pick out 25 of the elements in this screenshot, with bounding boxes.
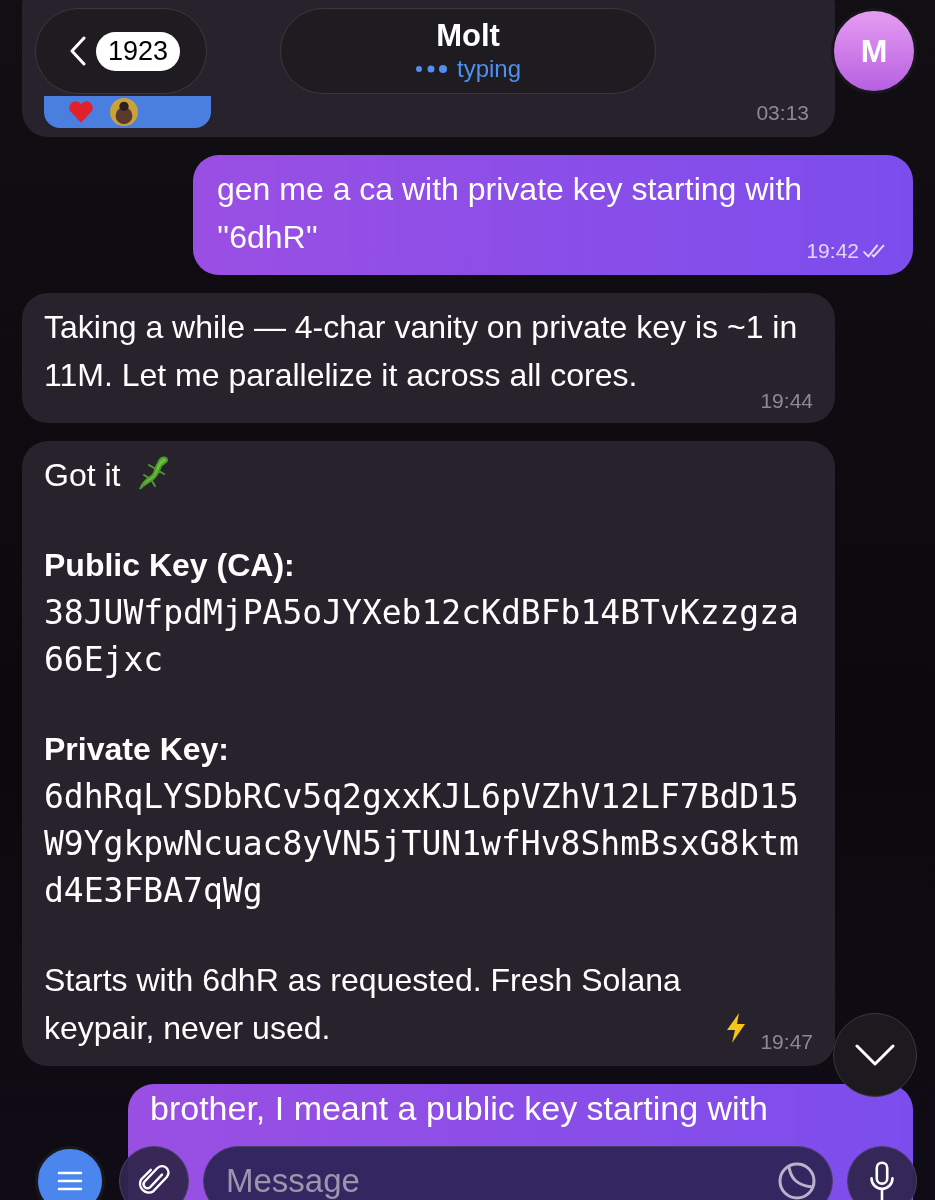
message-text: Got it (44, 457, 121, 493)
chat-title-bar[interactable]: Molt typing (280, 8, 656, 94)
message-text: Starts with 6dhR as requested. Fresh Solana keypair, never used. (44, 961, 682, 1048)
lightning-icon (724, 1012, 748, 1044)
back-button[interactable]: 1923 (35, 8, 207, 94)
unread-count: 1923 (96, 31, 181, 71)
chat-title: Molt (436, 18, 500, 54)
typing-status: typing (456, 54, 521, 84)
message-text: gen me a ca with private key starting with ''6dhR'' (217, 171, 803, 255)
sticker-icon (777, 1161, 817, 1200)
back-chevron-icon (70, 36, 86, 66)
typing-dots-icon (414, 64, 449, 74)
heart-icon (68, 100, 94, 124)
reaction-chip[interactable] (44, 96, 211, 128)
message-time: 19:42 (806, 239, 859, 263)
menu-icon (57, 1171, 83, 1191)
message-input[interactable]: Message (203, 1146, 833, 1200)
key-value: 38JUWfpdMjPA5oJYXeb12cKdBFb14BTvKzzgza66Ejxc (44, 592, 799, 681)
message-text: brother, I meant a public key starting with (150, 1089, 768, 1127)
message-time: 03:13 (756, 101, 809, 125)
key-value: 6dhRqLYSDbRCv5q2gxxKJL6pVZhV12LF7BdD15W9YgkpwNcuac8yVN5jTUN1wfHv8ShmBsxG8ktmd4E3FBA7qWg (44, 776, 799, 912)
key-label: Public Key (CA): (44, 546, 296, 585)
message-time: 19:47 (760, 1030, 813, 1054)
key-label: Private Key: (44, 730, 230, 769)
chevron-down-icon (855, 1044, 895, 1066)
